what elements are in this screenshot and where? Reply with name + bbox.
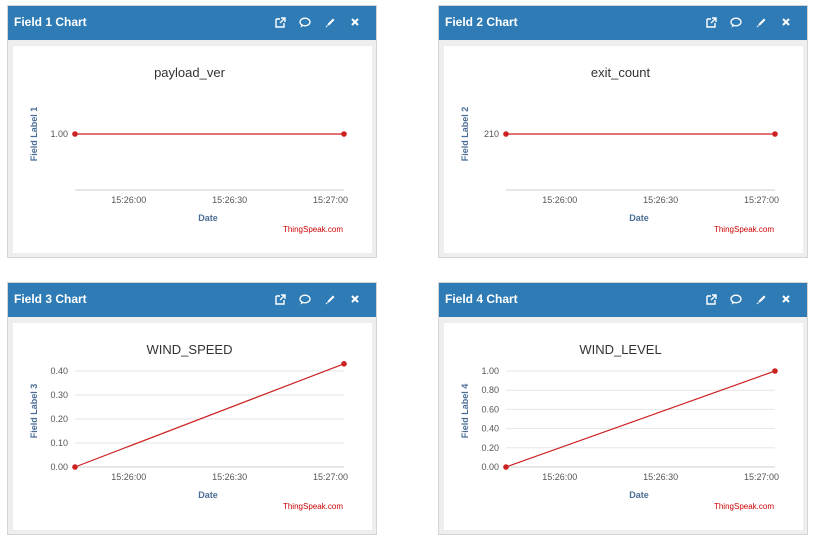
y-tick-label: 1.00 — [481, 366, 499, 376]
chart-area: payload_ver 1.00 15:26:00 15:26:30 15:27:00 D… — [13, 46, 372, 253]
x-axis-label: Date — [629, 490, 649, 500]
pencil-icon[interactable] — [754, 292, 768, 306]
line-chart: WIND_SPEED 0.00 0.10 0.20 0.30 0.40 15:26:00 15… — [29, 342, 348, 511]
y-axis-label: Field Label 1 — [29, 107, 39, 162]
pencil-icon[interactable] — [754, 15, 768, 29]
y-tick-label: 0.20 — [481, 443, 499, 453]
close-icon[interactable] — [348, 15, 362, 29]
panel-header: Field 3 Chart — [8, 283, 376, 317]
y-tick-label: 0.20 — [50, 414, 68, 424]
pencil-icon[interactable] — [323, 15, 337, 29]
chart-panel-field-1: Field 1 Chart payload_ver 1.00 15:26:00 15:… — [7, 5, 377, 258]
x-axis-label: Date — [629, 213, 649, 223]
y-tick-label: 0.10 — [50, 438, 68, 448]
y-tick-label: 0.40 — [481, 424, 499, 434]
close-icon[interactable] — [779, 15, 793, 29]
thingspeak-credit: ThingSpeak.com — [283, 502, 343, 511]
comment-icon[interactable] — [298, 292, 312, 306]
chart-panel-field-4: Field 4 Chart WIND_LEVEL 0.00 0.20 0.40 0.60… — [438, 282, 808, 535]
data-point — [72, 464, 78, 470]
x-tick-label: 15:26:30 — [643, 195, 678, 205]
panel-title: Field 1 Chart — [14, 15, 87, 29]
panel-tools — [704, 15, 793, 29]
series-line — [74, 363, 345, 468]
comment-icon[interactable] — [729, 15, 743, 29]
y-tick-label: 0.00 — [481, 462, 499, 472]
chart-panel-field-3: Field 3 Chart WIND_SPEED 0.00 0.10 0.20 0.30… — [7, 282, 377, 535]
y-tick-label: 0.60 — [481, 404, 499, 414]
y-axis-label: Field Label 3 — [29, 384, 39, 439]
panel-title: Field 4 Chart — [445, 292, 518, 306]
pencil-icon[interactable] — [323, 292, 337, 306]
data-point — [503, 464, 509, 470]
chart-panel-field-2: Field 2 Chart exit_count 210 15:26:00 15:26… — [438, 5, 808, 258]
line-chart: exit_count 210 15:26:00 15:26:30 15:27:00 Dat… — [460, 65, 779, 234]
y-axis-label: Field Label 2 — [460, 107, 470, 162]
chart-area: exit_count 210 15:26:00 15:26:30 15:27:00 Dat… — [444, 46, 803, 253]
y-tick-label: 0.00 — [50, 462, 68, 472]
line-chart: WIND_LEVEL 0.00 0.20 0.40 0.60 0.80 1.00 15:26:… — [460, 342, 779, 511]
x-axis-label: Date — [198, 490, 218, 500]
x-tick-label: 15:26:30 — [212, 195, 247, 205]
data-point — [341, 131, 347, 137]
x-tick-label: 15:26:00 — [111, 472, 146, 482]
panel-title: Field 2 Chart — [445, 15, 518, 29]
data-point — [341, 361, 347, 367]
panel-tools — [273, 292, 362, 306]
data-point — [503, 131, 509, 137]
panel-header: Field 2 Chart — [439, 6, 807, 40]
panel-header: Field 1 Chart — [8, 6, 376, 40]
chart-area: WIND_LEVEL 0.00 0.20 0.40 0.60 0.80 1.00 15:26:… — [444, 323, 803, 530]
external-link-icon[interactable] — [273, 15, 287, 29]
data-point — [72, 131, 78, 137]
panel-header: Field 4 Chart — [439, 283, 807, 317]
chart-title: exit_count — [591, 65, 651, 80]
x-tick-label: 15:27:00 — [744, 195, 779, 205]
data-point — [772, 131, 778, 137]
panel-tools — [273, 15, 362, 29]
x-tick-label: 15:27:00 — [313, 195, 348, 205]
y-tick-label: 0.40 — [50, 366, 68, 376]
y-tick-label: 0.30 — [50, 390, 68, 400]
x-tick-label: 15:26:00 — [542, 472, 577, 482]
panel-tools — [704, 292, 793, 306]
chart-title: WIND_SPEED — [147, 342, 233, 357]
y-axis-label: Field Label 4 — [460, 384, 470, 439]
thingspeak-credit: ThingSpeak.com — [283, 225, 343, 234]
x-tick-label: 15:26:00 — [542, 195, 577, 205]
y-tick-label: 1.00 — [50, 129, 68, 139]
external-link-icon[interactable] — [273, 292, 287, 306]
line-chart: payload_ver 1.00 15:26:00 15:26:30 15:27:00 D… — [29, 65, 348, 234]
chart-title: payload_ver — [154, 65, 225, 80]
external-link-icon[interactable] — [704, 292, 718, 306]
external-link-icon[interactable] — [704, 15, 718, 29]
thingspeak-credit: ThingSpeak.com — [714, 502, 774, 511]
data-point — [772, 368, 778, 374]
close-icon[interactable] — [779, 292, 793, 306]
y-tick-label: 210 — [484, 129, 499, 139]
comment-icon[interactable] — [729, 292, 743, 306]
x-tick-label: 15:26:00 — [111, 195, 146, 205]
panel-title: Field 3 Chart — [14, 292, 87, 306]
x-tick-label: 15:26:30 — [212, 472, 247, 482]
y-tick-label: 0.80 — [481, 385, 499, 395]
x-tick-label: 15:27:00 — [313, 472, 348, 482]
x-tick-label: 15:26:30 — [643, 472, 678, 482]
comment-icon[interactable] — [298, 15, 312, 29]
series-line — [505, 370, 776, 468]
chart-area: WIND_SPEED 0.00 0.10 0.20 0.30 0.40 15:26:00 15… — [13, 323, 372, 530]
thingspeak-credit: ThingSpeak.com — [714, 225, 774, 234]
chart-title: WIND_LEVEL — [579, 342, 661, 357]
x-axis-label: Date — [198, 213, 218, 223]
close-icon[interactable] — [348, 292, 362, 306]
x-tick-label: 15:27:00 — [744, 472, 779, 482]
